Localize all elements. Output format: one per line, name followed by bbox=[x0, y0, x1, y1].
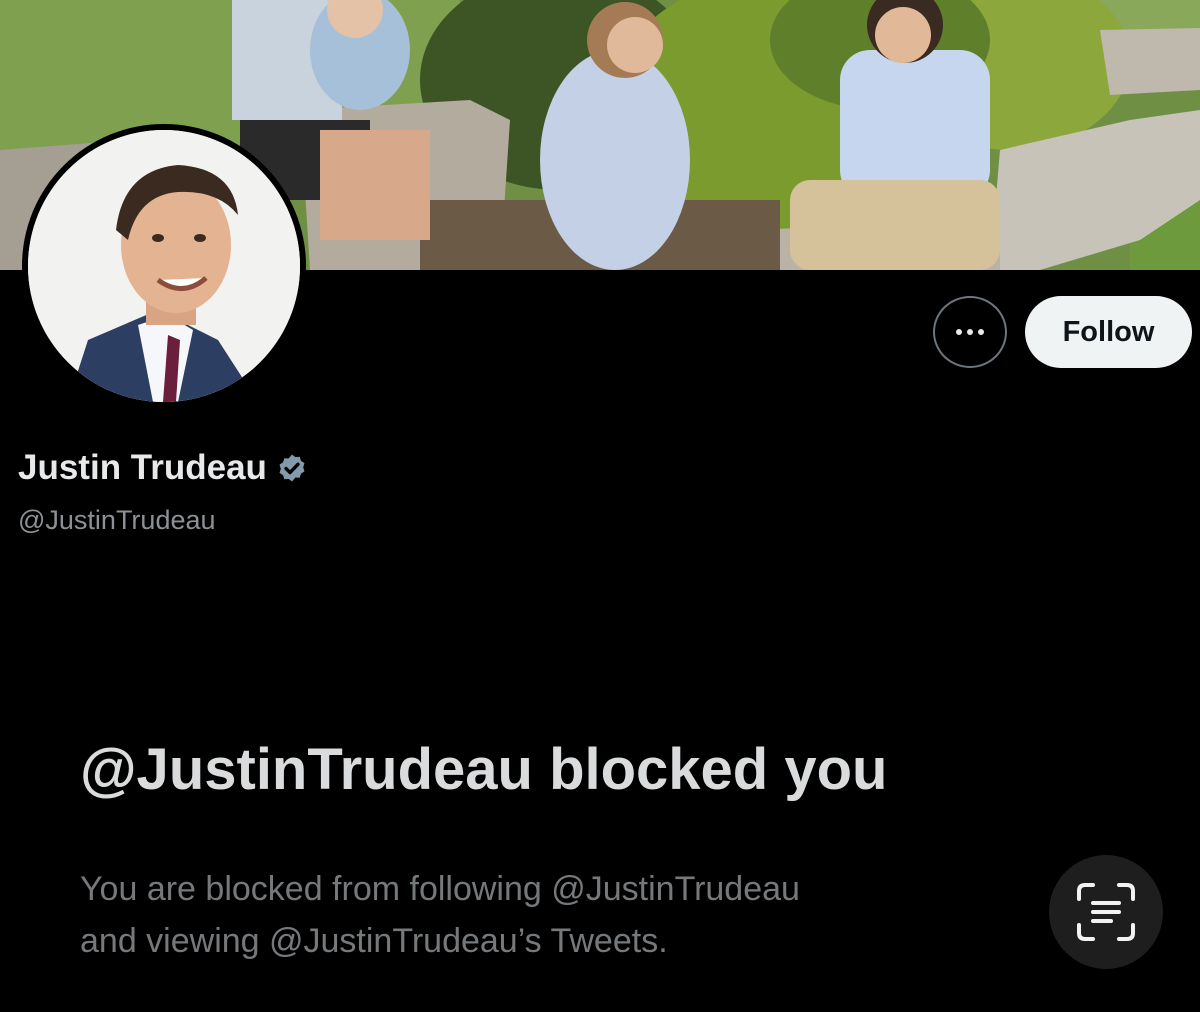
avatar-photo bbox=[28, 130, 300, 402]
blocked-description: You are blocked from following @JustinTr… bbox=[80, 863, 1020, 967]
blocked-description-line-1: You are blocked from following @JustinTr… bbox=[80, 870, 800, 908]
verified-badge-icon[interactable] bbox=[275, 451, 309, 485]
more-options-icon bbox=[956, 329, 984, 335]
live-text-scan-button[interactable] bbox=[1049, 855, 1163, 969]
follow-button[interactable]: Follow bbox=[1025, 296, 1192, 368]
profile-avatar[interactable] bbox=[22, 124, 306, 408]
blocked-title: @JustinTrudeau blocked you bbox=[80, 737, 888, 802]
profile-display-name: Justin Trudeau bbox=[18, 448, 309, 488]
live-text-scan-icon bbox=[1077, 883, 1135, 941]
more-options-button[interactable] bbox=[933, 296, 1007, 368]
display-name-text: Justin Trudeau bbox=[18, 448, 267, 487]
profile-handle: @JustinTrudeau bbox=[18, 505, 216, 535]
profile-page: Follow Justin Trudeau @JustinTrudeau @Ju… bbox=[0, 0, 1200, 1012]
blocked-description-line-2: and viewing @JustinTrudeau’s Tweets. bbox=[80, 922, 668, 960]
